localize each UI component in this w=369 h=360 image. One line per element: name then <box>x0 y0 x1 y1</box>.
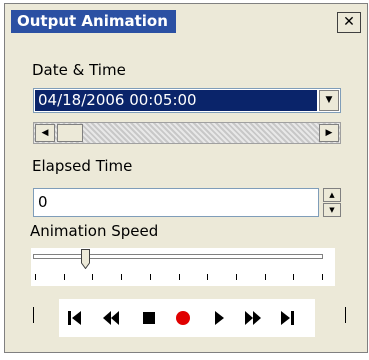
date-time-value: 04/18/2006 00:05:00 <box>35 90 317 111</box>
stop-button[interactable] <box>133 299 165 337</box>
time-scrollbar[interactable]: ◀ ▶ <box>33 122 341 144</box>
speed-slider-thumb[interactable] <box>81 249 90 269</box>
scroll-right-button[interactable]: ▶ <box>319 124 339 142</box>
slider-tick <box>35 274 36 280</box>
chevron-up-icon: ▲ <box>329 191 335 199</box>
speed-slider-ticks <box>35 274 323 282</box>
fast-forward-icon <box>245 311 261 325</box>
record-button[interactable] <box>167 299 199 337</box>
skip-to-start-button[interactable] <box>59 299 91 337</box>
playback-controls <box>59 299 315 337</box>
chevron-down-icon: ▼ <box>325 95 333 105</box>
slider-tick <box>179 274 180 280</box>
date-time-dropdown[interactable]: 04/18/2006 00:05:00 ▼ <box>33 88 341 113</box>
slider-tick <box>150 274 151 280</box>
spin-down-button[interactable]: ▼ <box>323 203 341 217</box>
slider-tick <box>265 274 266 280</box>
slider-tick <box>121 274 122 280</box>
close-button[interactable]: ✕ <box>337 12 361 33</box>
scroll-left-button[interactable]: ◀ <box>35 124 55 142</box>
play-icon <box>215 311 224 325</box>
window-title: Output Animation <box>11 10 176 33</box>
scroll-thumb[interactable] <box>57 124 83 142</box>
arrow-right-icon: ▶ <box>325 128 333 138</box>
output-animation-window: Output Animation ✕ Date & Time 04/18/200… <box>4 3 368 353</box>
close-icon: ✕ <box>343 14 355 30</box>
skip-end-icon <box>281 311 294 325</box>
skip-to-end-button[interactable] <box>271 299 303 337</box>
elapsed-time-field[interactable]: 0 <box>33 188 319 217</box>
fast-forward-button[interactable] <box>237 299 269 337</box>
slider-tick <box>322 274 323 280</box>
title-bar[interactable]: Output Animation ✕ <box>5 4 367 38</box>
slider-tick <box>64 274 65 280</box>
rewind-button[interactable] <box>95 299 127 337</box>
slider-tick <box>92 274 93 280</box>
slider-tick <box>293 274 294 280</box>
speed-slider-track[interactable] <box>33 254 323 259</box>
separator-left <box>33 307 34 323</box>
date-time-dropdown-button[interactable]: ▼ <box>319 90 339 111</box>
slider-tick <box>236 274 237 280</box>
chevron-down-icon: ▼ <box>329 206 335 214</box>
play-button[interactable] <box>203 299 235 337</box>
arrow-left-icon: ◀ <box>41 128 49 138</box>
stop-icon <box>143 312 155 324</box>
skip-start-icon <box>68 311 81 325</box>
elapsed-time-label: Elapsed Time <box>32 157 133 175</box>
rewind-icon <box>103 311 119 325</box>
record-icon <box>176 311 190 325</box>
date-time-label: Date & Time <box>32 61 126 79</box>
separator-right <box>345 307 346 323</box>
slider-tick <box>207 274 208 280</box>
spin-up-button[interactable]: ▲ <box>323 188 341 202</box>
elapsed-time-spinner[interactable]: ▲ ▼ <box>323 188 341 217</box>
animation-speed-label: Animation Speed <box>30 222 159 240</box>
